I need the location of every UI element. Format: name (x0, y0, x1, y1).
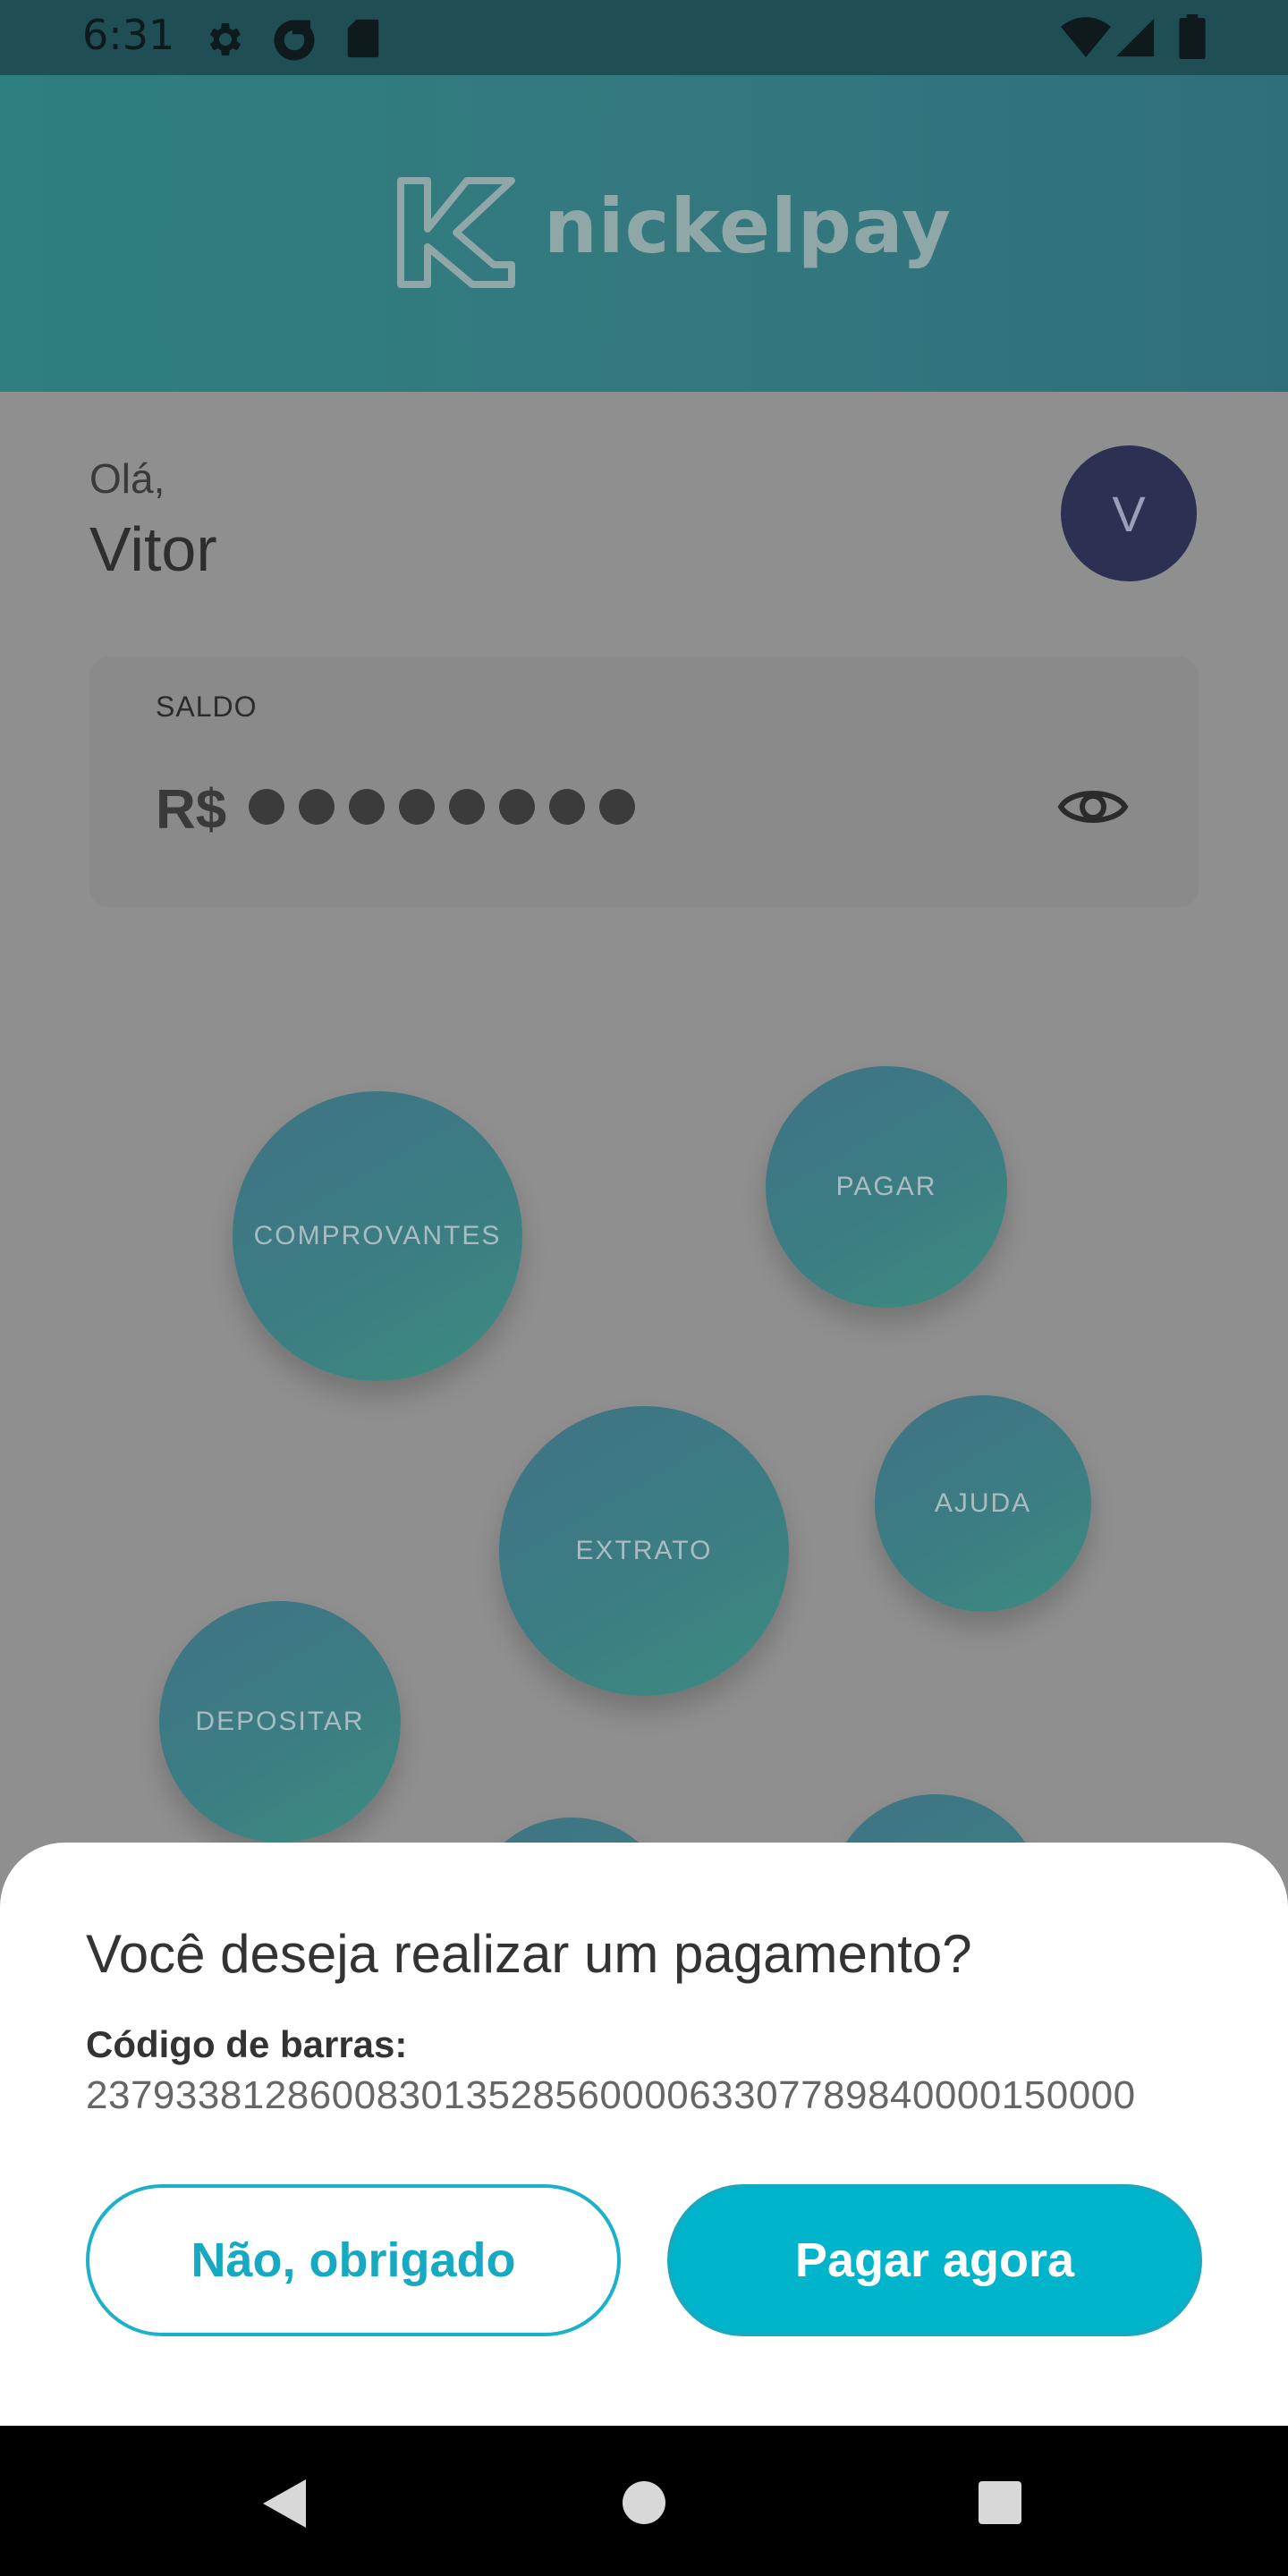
decline-button[interactable]: Não, obrigado (86, 2184, 621, 2336)
signal-icon (1115, 18, 1155, 57)
status-time: 6:31 (82, 11, 175, 59)
depositar-label: DEPOSITAR (195, 1707, 365, 1736)
hidden-digit-dot (399, 789, 435, 825)
app-header: nickelpay (0, 75, 1288, 392)
comprovantes-button[interactable]: COMPROVANTES (233, 1091, 522, 1381)
battery-icon (1179, 14, 1206, 59)
greeting-hello: Olá, (89, 455, 165, 502)
home-icon[interactable] (621, 2479, 667, 2526)
back-icon[interactable] (259, 2476, 309, 2531)
depositar-button[interactable]: DEPOSITAR (159, 1601, 401, 1843)
sync-icon (274, 20, 315, 61)
hidden-digit-dot (249, 789, 284, 825)
pay-now-button[interactable]: Pagar agora (667, 2184, 1202, 2336)
extrato-label: EXTRATO (575, 1536, 713, 1565)
balance-label: SALDO (156, 691, 258, 723)
dialog-title: Você deseja realizar um pagamento? (86, 1924, 972, 1984)
pagar-label: PAGAR (835, 1172, 937, 1201)
hidden-digit-dot (299, 789, 335, 825)
decline-label: Não, obrigado (191, 2233, 516, 2287)
ajuda-button[interactable]: AJUDA (875, 1395, 1091, 1612)
avatar[interactable]: V (1061, 445, 1197, 581)
hidden-digit-dot (499, 789, 535, 825)
ajuda-label: AJUDA (934, 1488, 1032, 1518)
status-bar: 6:31 (0, 0, 1288, 75)
hidden-digit-dot (449, 789, 485, 825)
hidden-digit-dot (349, 789, 385, 825)
balance-hidden-value (249, 789, 635, 825)
extrato-button[interactable]: EXTRATO (499, 1406, 789, 1696)
hidden-digit-dot (599, 789, 635, 825)
recents-icon[interactable] (977, 2479, 1023, 2526)
pay-now-label: Pagar agora (794, 2233, 1075, 2287)
eye-icon[interactable] (1057, 780, 1129, 834)
hidden-digit-dot (549, 789, 585, 825)
navigation-bar (0, 2426, 1288, 2576)
gear-icon (209, 23, 242, 55)
barcode-value: 2379338128600830135285600006330778984000… (86, 2073, 1136, 2117)
wifi-icon (1061, 17, 1111, 57)
pagar-button[interactable]: PAGAR (766, 1066, 1007, 1308)
sd-card-icon (347, 19, 379, 58)
brand-name: nickelpay (544, 182, 952, 270)
barcode-label: Código de barras: (86, 2023, 408, 2065)
avatar-initial: V (1112, 485, 1146, 542)
user-name: Vitor (89, 514, 217, 584)
comprovantes-label: COMPROVANTES (253, 1221, 502, 1250)
balance-currency: R$ (156, 779, 227, 841)
nickelpay-logo-icon (397, 177, 515, 288)
